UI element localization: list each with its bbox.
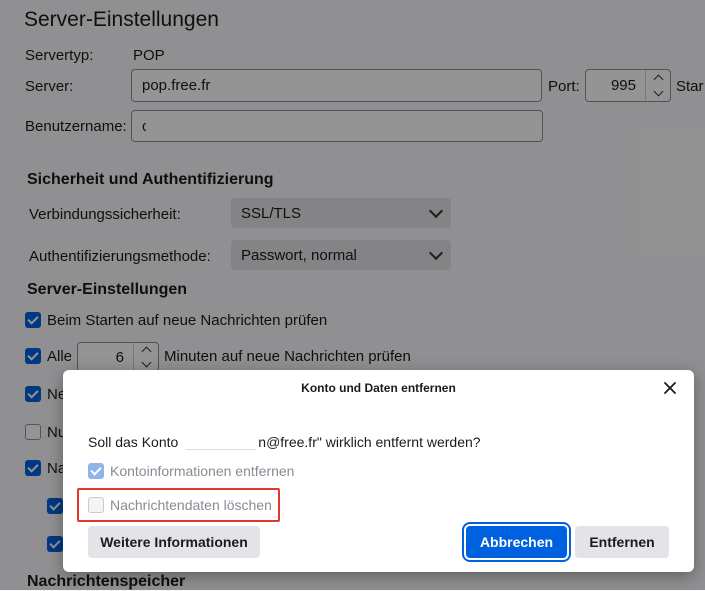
cancel-button[interactable]: Abbrechen (466, 526, 567, 558)
redaction-box (186, 434, 257, 450)
question-prefix: Soll das Konto (88, 434, 179, 450)
close-icon[interactable] (660, 378, 680, 398)
remove-account-dialog: Konto und Daten entfernen Soll das Konto… (63, 370, 694, 572)
more-info-button[interactable]: Weitere Informationen (88, 526, 260, 558)
checkmark-icon (90, 464, 102, 476)
dialog-question: Soll das Konto n@free.fr" wirklich entfe… (88, 434, 481, 450)
question-suffix: n@free.fr" wirklich entfernt werden? (258, 434, 481, 450)
delete-message-data-label: Nachrichtendaten löschen (110, 497, 272, 513)
remove-account-info-checkbox[interactable] (88, 463, 104, 479)
delete-message-data-checkbox[interactable] (88, 497, 104, 513)
remove-button[interactable]: Entfernen (575, 526, 669, 558)
dialog-title: Konto und Daten entfernen (301, 381, 456, 395)
remove-account-info-label: Kontoinformationen entfernen (110, 463, 295, 479)
